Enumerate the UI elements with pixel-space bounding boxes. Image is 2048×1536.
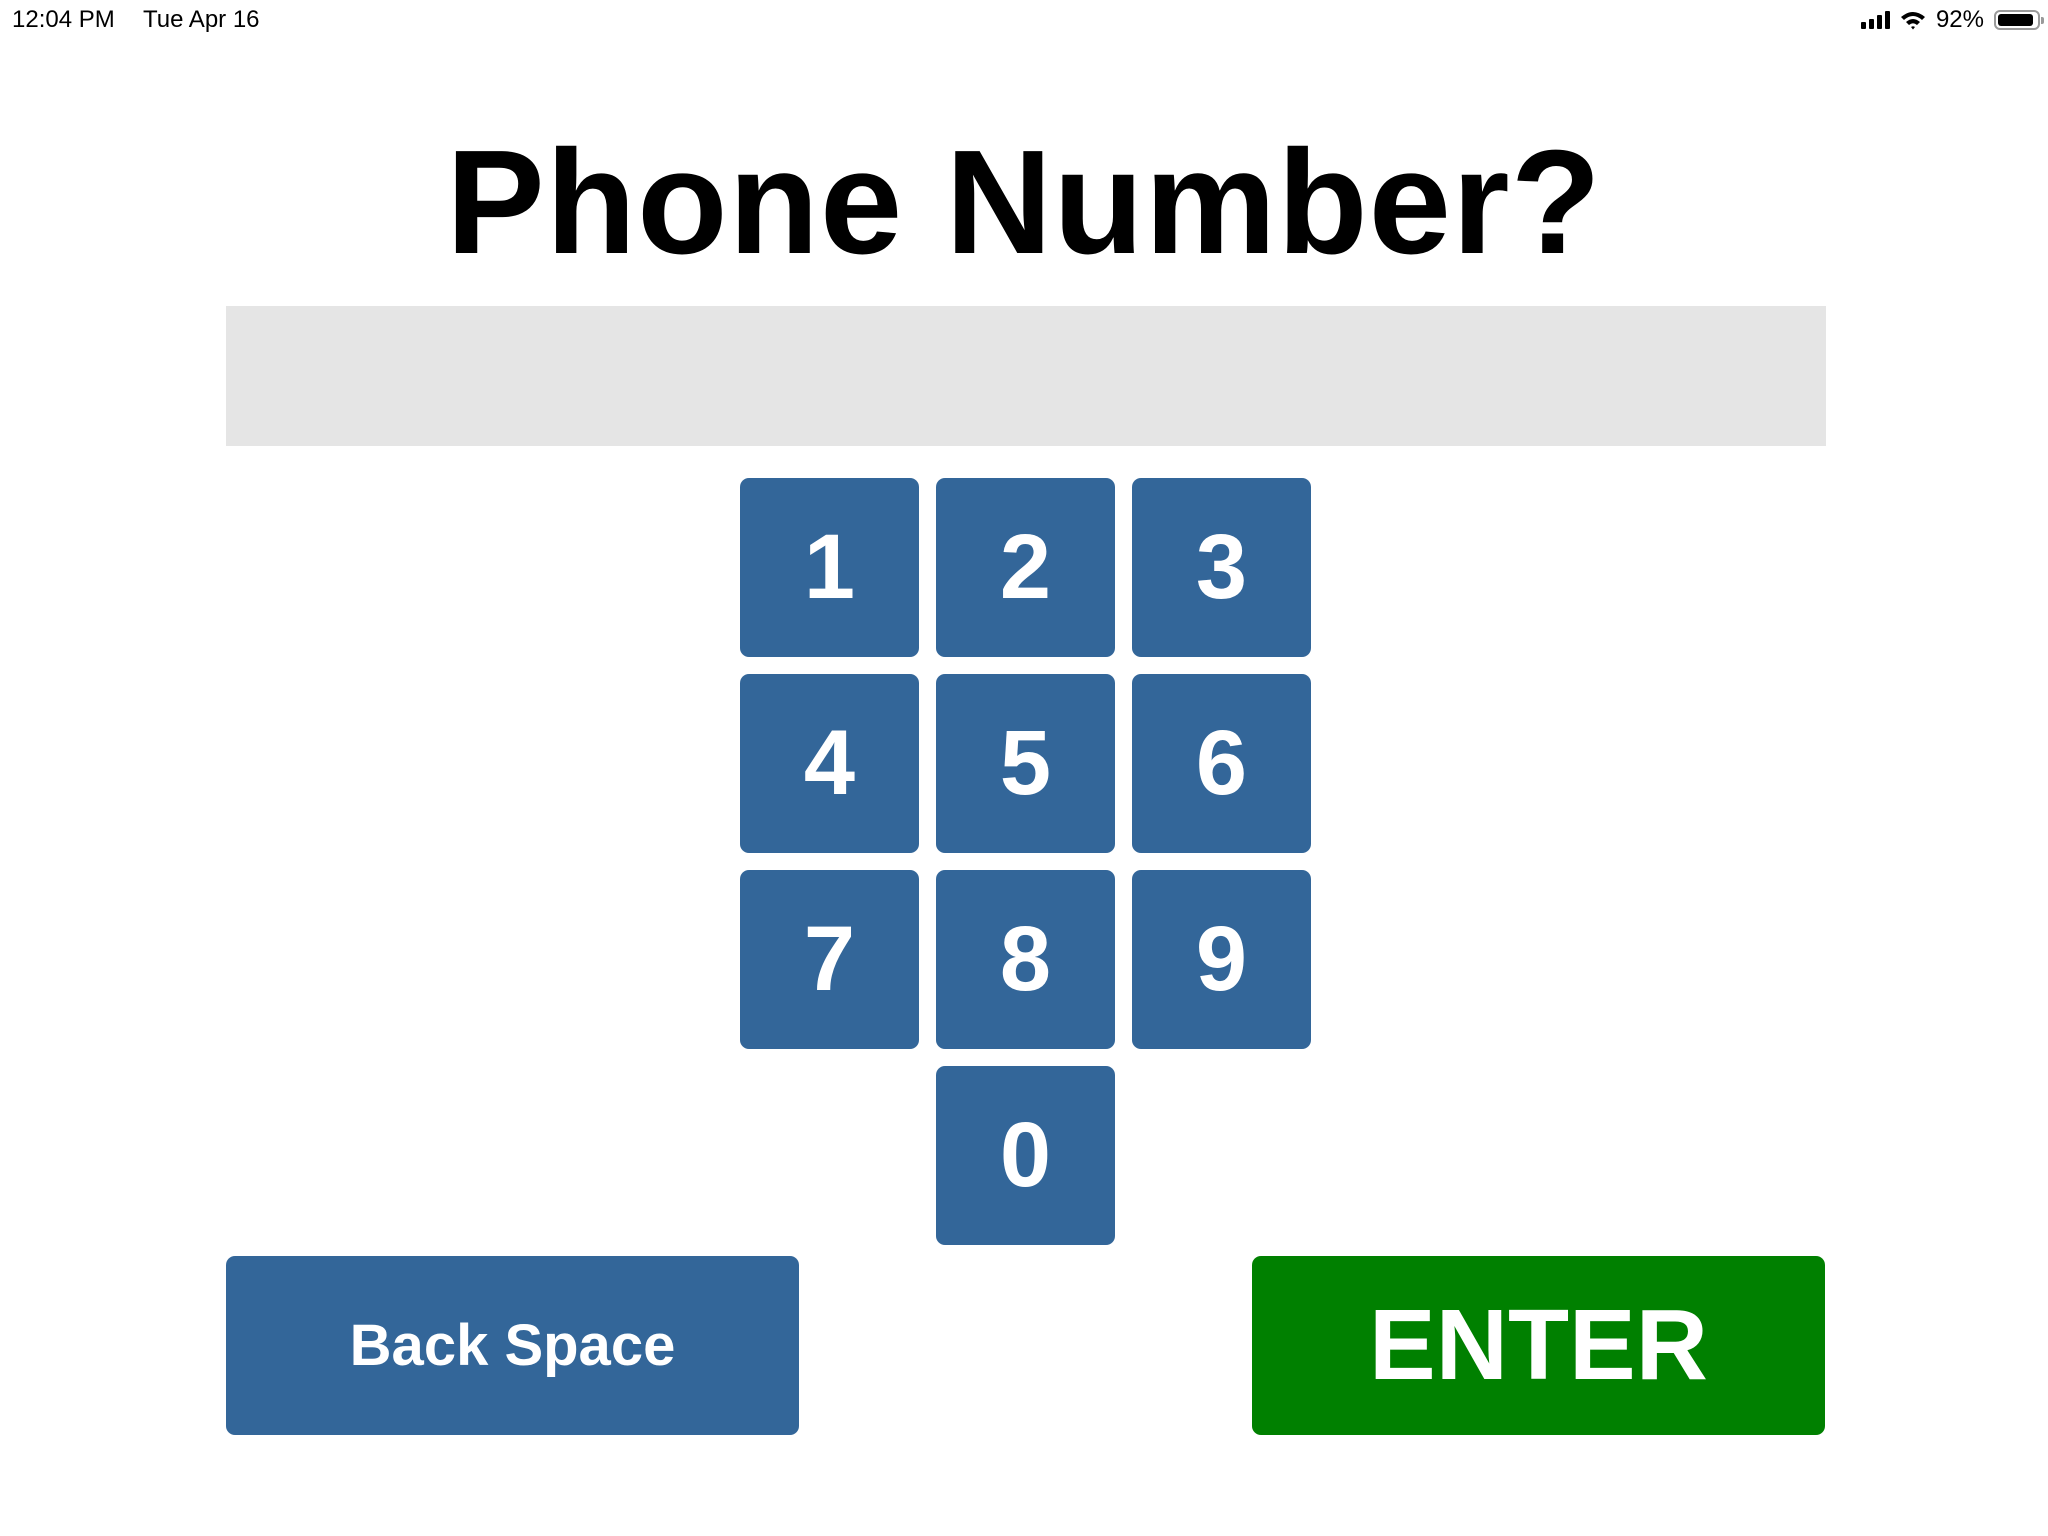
key-5-button[interactable]: 5 <box>936 674 1115 853</box>
key-9-button[interactable]: 9 <box>1132 870 1311 1049</box>
status-date: Tue Apr 16 <box>143 6 260 33</box>
page-title: Phone Number? <box>446 120 1602 285</box>
status-indicators: 92% <box>1860 6 2044 34</box>
key-7-button[interactable]: 7 <box>740 870 919 1049</box>
backspace-button[interactable]: Back Space <box>226 1256 799 1435</box>
enter-button[interactable]: ENTER <box>1252 1256 1825 1435</box>
key-0-button[interactable]: 0 <box>936 1066 1115 1245</box>
key-8-button[interactable]: 8 <box>936 870 1115 1049</box>
key-6-button[interactable]: 6 <box>1132 674 1311 853</box>
phone-number-input[interactable] <box>226 306 1826 446</box>
key-2-button[interactable]: 2 <box>936 478 1115 657</box>
cellular-signal-icon <box>1860 11 1890 29</box>
status-bar: 12:04 PM Tue Apr 16 92% <box>0 0 2048 40</box>
key-1-button[interactable]: 1 <box>740 478 919 657</box>
battery-percent: 92% <box>1935 6 1984 33</box>
key-3-button[interactable]: 3 <box>1132 478 1311 657</box>
status-time: 12:04 PM <box>12 6 115 33</box>
battery-icon <box>1994 10 2044 30</box>
key-4-button[interactable]: 4 <box>740 674 919 853</box>
battery-fill <box>1998 14 2033 26</box>
wifi-icon <box>1900 12 1925 30</box>
